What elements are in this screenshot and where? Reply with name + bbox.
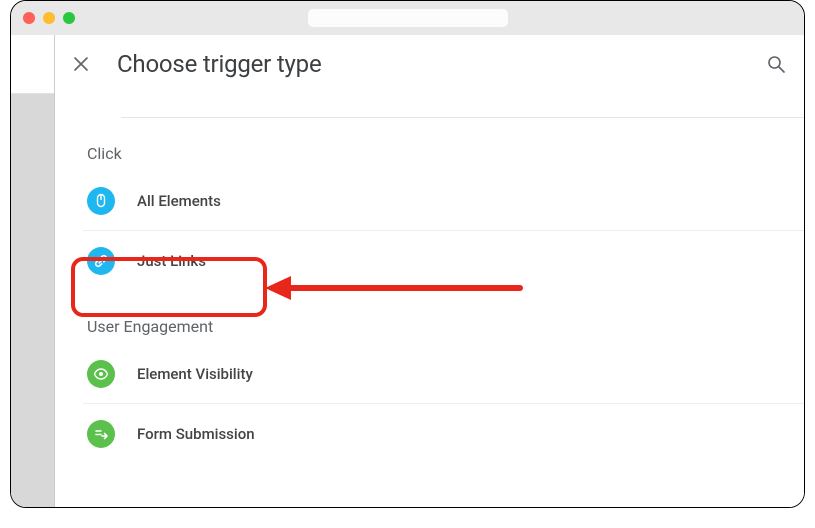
minimize-window-button[interactable] (43, 12, 55, 24)
maximize-window-button[interactable] (63, 12, 75, 24)
search-icon (766, 54, 786, 74)
trigger-type-panel: Choose trigger type Click (55, 35, 804, 507)
panel-header: Choose trigger type (55, 35, 804, 93)
trigger-just-links[interactable]: Just Links (83, 231, 804, 291)
trigger-form-submission[interactable]: Form Submission (83, 404, 804, 464)
close-icon (73, 56, 89, 72)
search-button[interactable] (766, 54, 786, 74)
trigger-element-visibility[interactable]: Element Visibility (83, 344, 804, 404)
trigger-label: All Elements (137, 192, 221, 210)
panel-title: Choose trigger type (117, 50, 321, 78)
content-area: Choose trigger type Click (11, 35, 804, 507)
close-panel-button[interactable] (73, 56, 89, 72)
trigger-label: Form Submission (137, 425, 255, 443)
close-window-button[interactable] (23, 12, 35, 24)
trigger-label: Element Visibility (137, 365, 253, 383)
trigger-all-elements[interactable]: All Elements (83, 171, 804, 231)
background-left-pane (11, 35, 55, 507)
section-heading-click: Click (83, 118, 804, 171)
address-bar[interactable] (308, 9, 508, 27)
trigger-label: Just Links (137, 252, 206, 270)
form-icon (87, 420, 115, 448)
window-controls (23, 12, 75, 24)
link-icon (87, 247, 115, 275)
browser-window: Choose trigger type Click (10, 0, 805, 508)
titlebar (11, 1, 804, 35)
mouse-icon (87, 187, 115, 215)
trigger-list: Click All Elements (55, 117, 804, 464)
eye-icon (87, 360, 115, 388)
section-heading-user-engagement: User Engagement (83, 291, 804, 344)
